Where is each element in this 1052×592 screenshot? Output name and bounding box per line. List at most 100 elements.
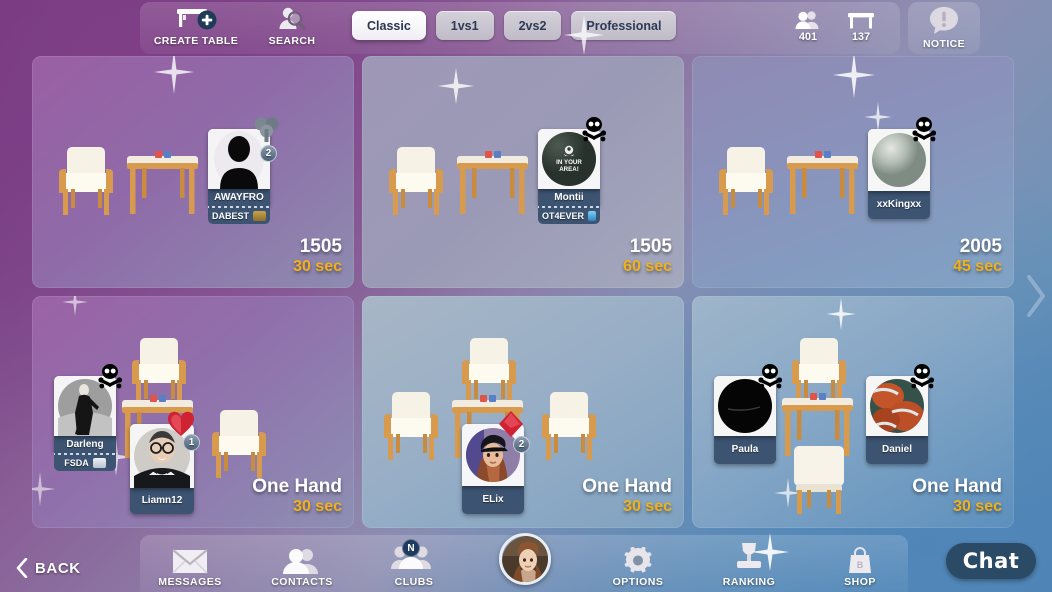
- player-name: xxKingxx: [868, 191, 930, 219]
- notice-button[interactable]: NOTICE: [908, 2, 980, 54]
- table-stake: 2005: [959, 236, 1002, 258]
- club-flag-icon: [92, 458, 106, 468]
- create-table-icon: [177, 9, 217, 30]
- user-avatar[interactable]: [499, 533, 551, 585]
- notice-icon: [930, 7, 958, 34]
- table-meta: 1505 30 sec: [293, 237, 342, 276]
- sparkle-decoration: [864, 102, 892, 132]
- player-card[interactable]: 2 AWAYFRO DABEST: [208, 117, 279, 224]
- contacts-icon: [283, 549, 318, 574]
- player-name: Daniel: [866, 436, 928, 464]
- table-card[interactable]: IN YOUR AREA! Montii OT4EVER 1505 60 sec: [362, 56, 684, 288]
- player-club: FSDA: [54, 456, 116, 471]
- chair-seat-1[interactable]: [385, 143, 447, 219]
- game-table[interactable]: [785, 150, 860, 222]
- player-seat-badge: 2: [513, 436, 530, 453]
- club-suit-badge: [254, 117, 279, 142]
- nav-contacts-label: CONTACTS: [271, 576, 333, 588]
- chat-button[interactable]: Chat: [946, 543, 1036, 579]
- sparkle-decoration: [826, 298, 856, 330]
- search-button[interactable]: SEARCH: [258, 5, 326, 47]
- nav-clubs-label: CLUBS: [394, 576, 434, 588]
- table-stake: 1505: [629, 236, 672, 258]
- player-seat-badge: 2: [260, 145, 277, 162]
- nav-options-label: OPTIONS: [612, 576, 664, 588]
- trophy-icon: [737, 543, 761, 568]
- envelope-icon: [172, 549, 208, 574]
- scroll-right-arrow[interactable]: [1022, 274, 1048, 318]
- sparkle-decoration: [833, 56, 875, 98]
- sparkle-decoration: [438, 68, 474, 104]
- players-counter: 401: [795, 10, 821, 43]
- filter-professional[interactable]: Professional: [571, 11, 677, 40]
- players-count: 401: [798, 31, 818, 43]
- chat-label: Chat: [962, 549, 1020, 573]
- filter-2vs2[interactable]: 2vs2: [503, 11, 562, 40]
- lobby-counters: 401 137: [795, 10, 875, 43]
- nav-messages[interactable]: MESSAGES: [135, 547, 245, 588]
- skull-badge-icon: [758, 364, 783, 389]
- nav-shop[interactable]: B SHOP: [805, 547, 915, 588]
- filter-classic[interactable]: Classic: [352, 11, 426, 40]
- player-card[interactable]: 2 ELix: [462, 411, 530, 514]
- nav-options[interactable]: OPTIONS: [583, 547, 693, 588]
- tables-counter: 137: [847, 10, 875, 43]
- player-card[interactable]: 1 Liamn12: [130, 411, 200, 514]
- player-club-label: FSDA: [64, 458, 89, 468]
- game-table[interactable]: [125, 150, 200, 222]
- skull-badge-icon: [98, 364, 123, 389]
- player-seat-badge: 1: [183, 434, 200, 451]
- top-toolbar: CREATE TABLE SEARCH Classic 1vs1 2vs2 Pr…: [0, 0, 1052, 56]
- chair-seat-1[interactable]: [715, 143, 777, 219]
- sparkle-decoration: [32, 472, 56, 506]
- create-table-button[interactable]: CREATE TABLE: [150, 5, 242, 47]
- player-card[interactable]: xxKingxx: [868, 117, 937, 219]
- player-name: Paula: [714, 436, 776, 464]
- diamond-suit-badge: [499, 411, 523, 437]
- nav-contacts[interactable]: CONTACTS: [247, 547, 357, 588]
- gear-icon: [624, 547, 652, 573]
- table-time: 60 sec: [623, 258, 672, 276]
- player-card[interactable]: IN YOUR AREA! Montii OT4EVER: [538, 117, 607, 224]
- player-card[interactable]: Daniel: [866, 364, 935, 464]
- nav-clubs[interactable]: N CLUBS: [359, 539, 469, 588]
- nav-ranking[interactable]: RANKING: [694, 533, 804, 588]
- table-card[interactable]: Paula Daniel One Hand 30 sec: [692, 296, 1014, 528]
- table-card[interactable]: xxKingxx 2005 45 sec: [692, 56, 1014, 288]
- chair-seat-left[interactable]: [380, 388, 442, 464]
- chair-seat-right[interactable]: [208, 406, 270, 482]
- tables-grid: 2 AWAYFRO DABEST 1505 30 sec IN YOUR ARE…: [32, 56, 1022, 528]
- player-card[interactable]: Paula: [714, 364, 783, 464]
- player-name: AWAYFRO: [208, 189, 270, 205]
- table-stake: One Hand: [252, 476, 342, 498]
- back-button[interactable]: BACK: [16, 558, 81, 578]
- table-meta: One Hand 30 sec: [582, 477, 672, 516]
- table-meta: 2005 45 sec: [953, 237, 1002, 276]
- player-name: Darleng: [54, 436, 116, 452]
- club-flag-icon: [588, 211, 596, 221]
- game-table[interactable]: [455, 150, 530, 222]
- player-name: ELix: [462, 486, 524, 514]
- sparkle-decoration: [154, 56, 194, 94]
- back-label: BACK: [35, 559, 81, 577]
- player-club: DABEST: [208, 209, 270, 224]
- search-label: SEARCH: [268, 35, 316, 47]
- svg-text:AREA!: AREA!: [559, 166, 579, 173]
- chair-seat-right[interactable]: [538, 388, 600, 464]
- chair-seat-1[interactable]: [55, 143, 117, 219]
- table-card[interactable]: 2 ELix One Hand 30 sec: [362, 296, 684, 528]
- table-stake: One Hand: [582, 476, 672, 498]
- table-time: 30 sec: [293, 258, 342, 276]
- table-meta: One Hand 30 sec: [252, 477, 342, 516]
- club-flag-icon: [253, 211, 266, 221]
- table-card[interactable]: 2 AWAYFRO DABEST 1505 30 sec: [32, 56, 354, 288]
- player-card[interactable]: Darleng FSDA: [54, 364, 123, 471]
- filter-1vs1[interactable]: 1vs1: [435, 11, 494, 40]
- nav-messages-label: MESSAGES: [158, 576, 222, 588]
- table-card[interactable]: Darleng FSDA 1 Liamn12 One Hand 30 sec: [32, 296, 354, 528]
- chair-seat-bottom[interactable]: [786, 444, 852, 516]
- skull-badge-icon: [582, 117, 607, 142]
- svg-text:IN YOUR: IN YOUR: [556, 159, 582, 166]
- table-meta: One Hand 30 sec: [912, 477, 1002, 516]
- table-time: 30 sec: [623, 498, 672, 516]
